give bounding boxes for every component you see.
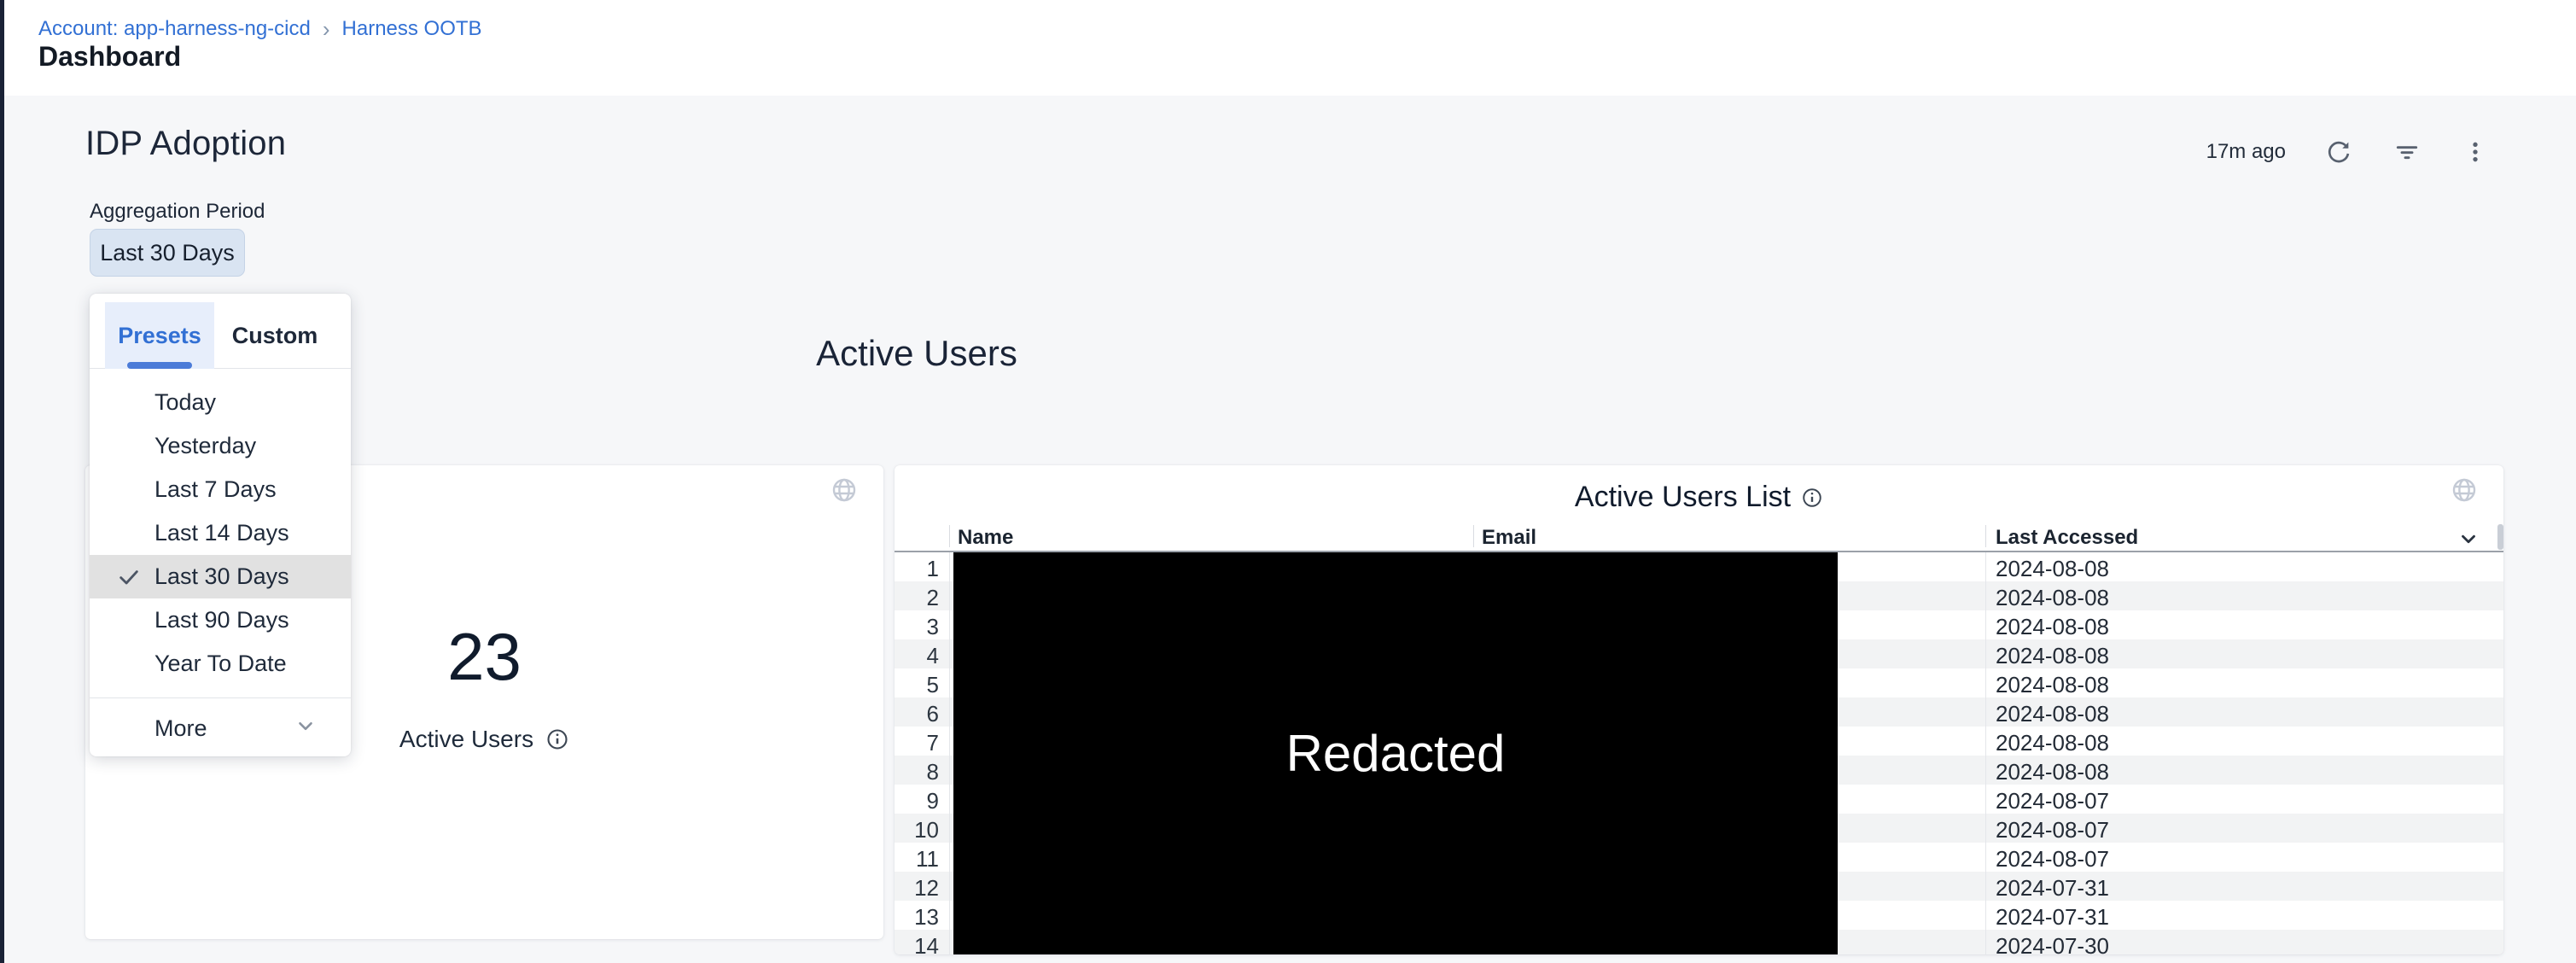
filter-icon[interactable]: [2392, 137, 2422, 167]
column-header-last-accessed[interactable]: Last Accessed: [1996, 526, 2138, 550]
tab-custom[interactable]: Custom: [228, 302, 322, 369]
preset-option-last-30-days[interactable]: Last 30 Days: [90, 555, 351, 598]
kebab-menu-icon[interactable]: [2460, 137, 2491, 167]
aggregation-period-label: Aggregation Period: [90, 200, 265, 224]
row-number: 8: [895, 759, 939, 785]
row-number: 2: [895, 585, 939, 611]
preset-option-yesterday[interactable]: Yesterday: [90, 424, 351, 468]
metric-label: Active Users: [399, 726, 533, 753]
last-accessed-cell: 2024-08-08: [1996, 672, 2109, 698]
column-body-separator: [949, 552, 950, 954]
more-label: More: [154, 715, 207, 742]
redacted-columns-overlay: Redacted: [953, 552, 1838, 954]
row-number: 1: [895, 556, 939, 582]
info-icon: [1801, 487, 1823, 509]
last-accessed-cell: 2024-08-07: [1996, 817, 2109, 843]
page-title: Dashboard: [38, 41, 181, 73]
preset-option-label: Last 30 Days: [154, 563, 289, 590]
checkmark-icon: [117, 565, 141, 595]
row-number: 5: [895, 672, 939, 698]
globe-icon: [830, 476, 858, 508]
dashboard-section-title: IDP Adoption: [85, 125, 286, 163]
last-accessed-cell: 2024-07-30: [1996, 933, 2109, 954]
last-accessed-cell: 2024-08-08: [1996, 643, 2109, 669]
period-dropdown: Presets Custom Today Yesterday Last 7 Da…: [90, 294, 351, 756]
preset-option-last-14-days[interactable]: Last 14 Days: [90, 511, 351, 555]
column-header-name[interactable]: Name: [958, 526, 1013, 550]
table-title: Active Users List: [1575, 481, 1791, 514]
last-accessed-cell: 2024-07-31: [1996, 904, 2109, 931]
active-tab-indicator: [127, 362, 192, 369]
breadcrumb-chevron-icon: ›: [323, 19, 330, 39]
row-number: 12: [895, 875, 939, 902]
breadcrumb-account-link[interactable]: Account: app-harness-ng-cicd: [38, 17, 311, 41]
dashboard-controls: 17m ago: [2206, 137, 2491, 167]
last-accessed-cell: 2024-07-31: [1996, 875, 2109, 902]
table-header-row: Name Email Last Accessed: [895, 522, 2503, 552]
aggregation-period-button[interactable]: Last 30 Days: [90, 229, 245, 277]
last-accessed-cell: 2024-08-08: [1996, 701, 2109, 727]
active-users-list-card: Active Users List Name Email Last Access…: [895, 465, 2503, 954]
refresh-icon[interactable]: [2323, 137, 2354, 167]
row-number: 9: [895, 788, 939, 814]
preset-option-last-90-days[interactable]: Last 90 Days: [90, 598, 351, 642]
last-accessed-cell: 2024-08-08: [1996, 556, 2109, 582]
last-refreshed-label: 17m ago: [2206, 140, 2286, 164]
last-accessed-cell: 2024-08-07: [1996, 788, 2109, 814]
row-number: 7: [895, 730, 939, 756]
more-options-button[interactable]: More: [90, 698, 351, 756]
row-number: 10: [895, 817, 939, 843]
row-number: 4: [895, 643, 939, 669]
period-dropdown-tabs: Presets Custom: [90, 294, 351, 369]
last-accessed-cell: 2024-08-08: [1996, 585, 2109, 611]
row-number: 14: [895, 933, 939, 954]
column-header-email[interactable]: Email: [1482, 526, 1536, 550]
column-separator: [1985, 525, 1986, 547]
last-accessed-cell: 2024-08-08: [1996, 730, 2109, 756]
breadcrumb-current-link[interactable]: Harness OOTB: [342, 17, 482, 41]
last-accessed-cell: 2024-08-08: [1996, 614, 2109, 640]
active-users-heading: Active Users: [4, 333, 2576, 374]
column-body-separator: [1985, 552, 1986, 954]
table-scrollbar-thumb[interactable]: [2497, 524, 2503, 550]
last-accessed-cell: 2024-08-08: [1996, 759, 2109, 785]
preset-options-list: Today Yesterday Last 7 Days Last 14 Days…: [90, 369, 351, 686]
column-separator: [949, 525, 950, 547]
row-number: 3: [895, 614, 939, 640]
chevron-down-icon: [294, 715, 317, 743]
table-menu-chevron-icon[interactable]: [2457, 528, 2480, 554]
dashboard-area: IDP Adoption 17m ago Aggregation Period …: [4, 96, 2576, 963]
tab-presets[interactable]: Presets: [105, 302, 214, 369]
column-separator: [1473, 525, 1474, 547]
info-icon: [545, 727, 569, 751]
preset-option-last-7-days[interactable]: Last 7 Days: [90, 468, 351, 511]
last-accessed-cell: 2024-08-07: [1996, 846, 2109, 873]
row-number: 13: [895, 904, 939, 931]
row-number: 6: [895, 701, 939, 727]
row-number: 11: [895, 846, 939, 873]
preset-option-today[interactable]: Today: [90, 381, 351, 424]
breadcrumb: Account: app-harness-ng-cicd › Harness O…: [38, 17, 482, 41]
top-header: Account: app-harness-ng-cicd › Harness O…: [4, 0, 2576, 96]
preset-option-year-to-date[interactable]: Year To Date: [90, 642, 351, 686]
